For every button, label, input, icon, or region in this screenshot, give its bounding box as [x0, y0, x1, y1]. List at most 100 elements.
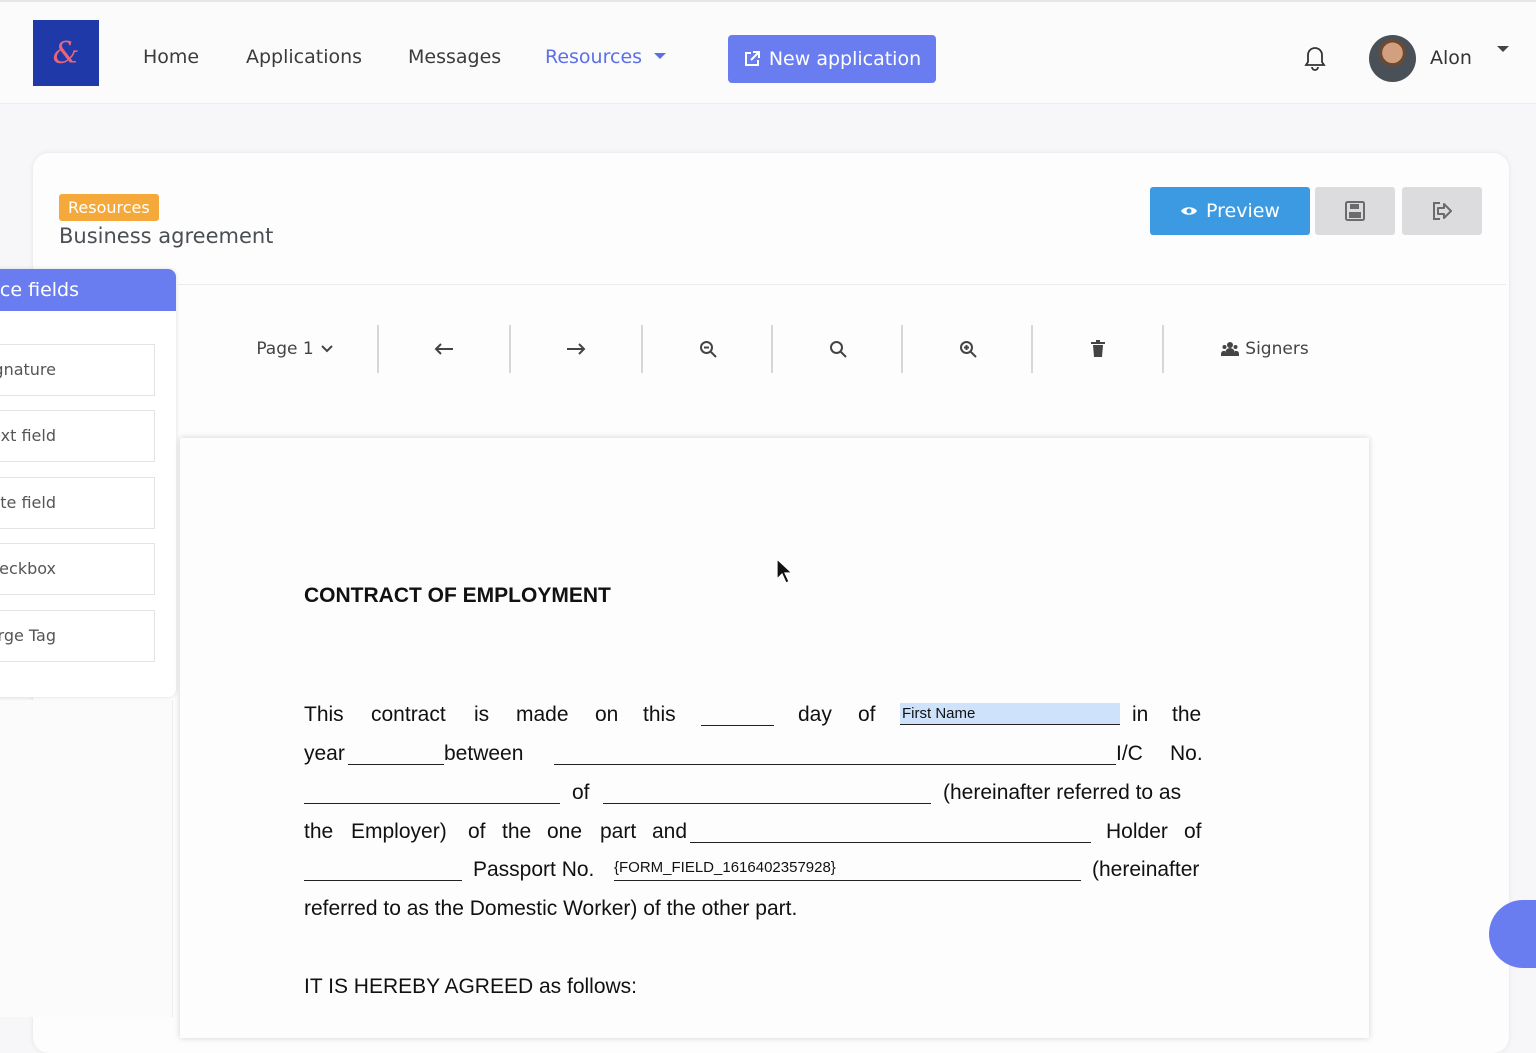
contract-line-4: the Employer) of the one part and Holder… [304, 820, 1204, 850]
word: No. [1170, 742, 1203, 765]
page-selector[interactable]: Page 1 [220, 325, 370, 373]
page-selector-label: Page 1 [256, 339, 314, 359]
blank-line [690, 842, 1091, 843]
chevron-down-icon [654, 52, 667, 59]
arrow-left-icon [434, 343, 453, 355]
blank-line [554, 764, 1116, 765]
word: (hereinafter [1092, 858, 1200, 881]
signers-button[interactable]: Signers [1190, 325, 1340, 373]
blank-line [701, 725, 774, 726]
word: the [304, 820, 334, 843]
word: Passport No. [473, 858, 595, 881]
word: the [502, 820, 532, 843]
word: (hereinafter referred to as [943, 781, 1182, 804]
first-name-field[interactable]: First Name [900, 703, 1120, 725]
zoom-in-button[interactable] [903, 325, 1032, 373]
word: part [600, 820, 637, 843]
blank-line [603, 803, 931, 804]
word: in [1132, 703, 1149, 726]
avatar[interactable] [1369, 35, 1416, 82]
word: year [304, 742, 345, 765]
mouse-cursor-icon [776, 558, 792, 584]
word: Holder [1106, 820, 1168, 843]
save-button[interactable] [1315, 187, 1395, 235]
form-field-tag[interactable]: {FORM_FIELD_1616402357928} [614, 859, 836, 876]
brand-logo[interactable]: & [33, 20, 99, 86]
nav-applications[interactable]: Applications [246, 46, 362, 68]
word: made [516, 703, 569, 726]
word: of [858, 703, 876, 726]
left-strip [0, 700, 173, 1017]
exit-button[interactable] [1402, 187, 1482, 235]
users-icon [1221, 342, 1240, 356]
nav-messages[interactable]: Messages [408, 46, 501, 68]
field-checkbox[interactable]: heckbox [0, 543, 155, 595]
delete-button[interactable] [1033, 325, 1163, 373]
signers-label: Signers [1245, 339, 1309, 359]
next-page-button[interactable] [511, 325, 641, 373]
zoom-reset-button[interactable] [773, 325, 902, 373]
nav-resources-dropdown[interactable]: Resources [545, 46, 667, 68]
toolbar-separator [1162, 325, 1164, 373]
preview-label: Preview [1206, 200, 1280, 222]
nav-resources-label: Resources [545, 46, 643, 68]
word: Employer) [351, 820, 447, 843]
field-text[interactable]: ext field [0, 410, 155, 462]
top-navbar: & Home Applications Messages Resources N… [0, 0, 1536, 104]
search-icon [829, 341, 847, 358]
user-name[interactable]: Alon [1430, 47, 1472, 69]
blank-line [614, 880, 1081, 881]
place-fields-header: ace fields [0, 269, 176, 311]
contract-line-3: of (hereinafter referred to as [304, 781, 1204, 811]
field-text-label: ext field [0, 426, 56, 445]
logo-glyph: & [52, 35, 80, 71]
blank-line [304, 803, 560, 804]
contract-line-2: year between I/C No. [304, 742, 1204, 772]
card-divider [178, 284, 1506, 285]
document-page [180, 438, 1369, 1038]
word: on [595, 703, 619, 726]
field-checkbox-label: heckbox [0, 559, 56, 578]
preview-button[interactable]: Preview [1150, 187, 1310, 235]
eye-icon [1181, 207, 1198, 215]
field-merge-tag-label: lerge Tag [0, 626, 56, 645]
word: the [1172, 703, 1202, 726]
page-title: Business agreement [59, 224, 274, 248]
field-signature-label: gnature [0, 360, 56, 379]
save-icon [1345, 201, 1365, 221]
new-application-button[interactable]: New application [728, 35, 936, 83]
contract-line-6: referred to as the Domestic Worker) of t… [304, 897, 798, 920]
agreed-heading: IT IS HEREBY AGREED as follows: [304, 975, 638, 998]
prev-page-button[interactable] [379, 325, 509, 373]
chevron-down-icon [320, 345, 333, 353]
document-toolbar: Page 1 Signers [180, 325, 1370, 373]
sign-out-icon [1433, 202, 1452, 220]
word: is [474, 703, 490, 726]
field-merge-tag[interactable]: lerge Tag [0, 610, 155, 662]
blank-line [348, 764, 444, 765]
word: of [1184, 820, 1202, 843]
word: day [798, 703, 832, 726]
zoom-out-icon [699, 341, 717, 358]
zoom-in-icon [959, 341, 977, 358]
field-date[interactable]: ate field [0, 477, 155, 529]
nav-home[interactable]: Home [143, 46, 199, 68]
external-link-icon [744, 51, 760, 66]
place-fields-title: ace fields [0, 279, 79, 301]
trash-icon [1091, 340, 1105, 357]
bell-icon[interactable] [1300, 42, 1330, 72]
blank-line [304, 880, 462, 881]
word: and [652, 820, 688, 843]
user-chevron-down-icon[interactable] [1497, 46, 1509, 52]
place-fields-panel: ace fields gnature ext field ate field h… [0, 269, 176, 697]
breadcrumb-badge[interactable]: Resources [59, 194, 159, 221]
word: this [643, 703, 676, 726]
field-date-label: ate field [0, 493, 56, 512]
zoom-out-button[interactable] [643, 325, 772, 373]
word: of [468, 820, 486, 843]
field-signature[interactable]: gnature [0, 344, 155, 396]
contract-title: CONTRACT OF EMPLOYMENT [304, 584, 611, 607]
word: between [444, 742, 524, 765]
word: I/C [1116, 742, 1143, 765]
word: contract [371, 703, 446, 726]
